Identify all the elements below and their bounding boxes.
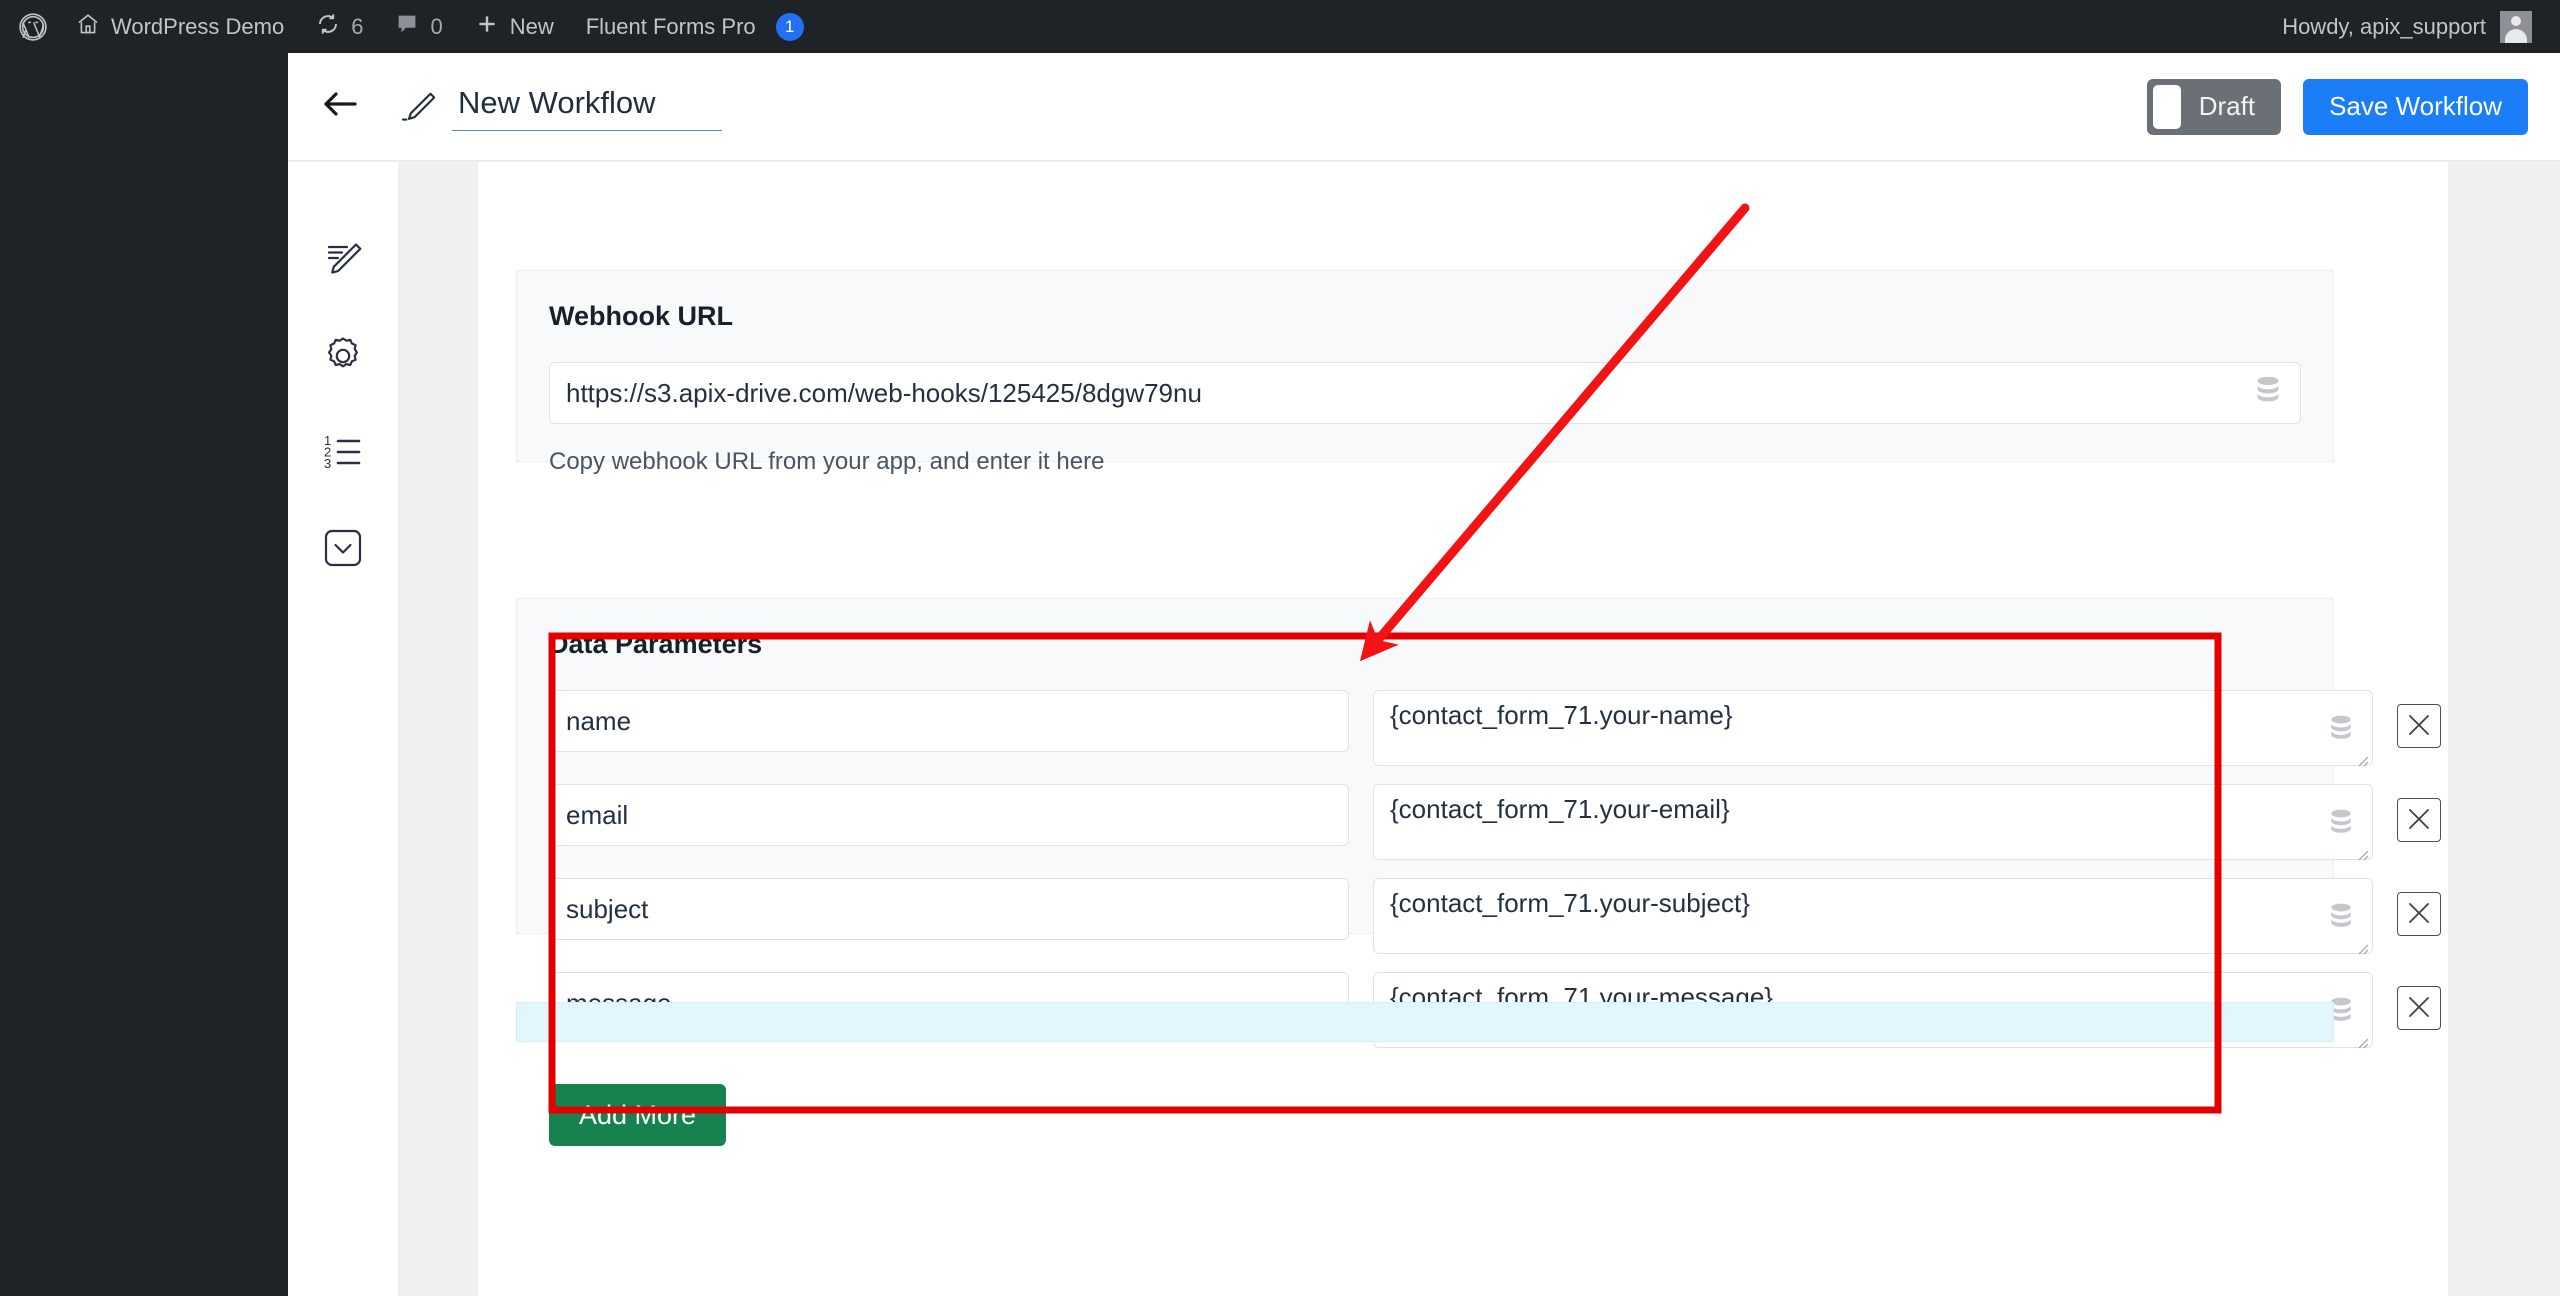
comments-menu[interactable]: 0	[379, 0, 458, 53]
header-actions: Draft Save Workflow	[2146, 78, 2528, 135]
account-menu[interactable]: Howdy, apix_support	[2270, 10, 2544, 43]
fluent-forms-label: Fluent Forms Pro	[585, 13, 756, 39]
database-icon[interactable]	[2327, 901, 2355, 936]
remove-parameter-button[interactable]	[2397, 704, 2441, 748]
chevron-down-box-icon	[321, 526, 365, 575]
remove-parameter-button[interactable]	[2397, 892, 2441, 936]
parameter-row: {contact_form_71.your-name}	[549, 690, 2441, 771]
draft-status-toggle[interactable]: Draft	[2146, 78, 2282, 135]
wp-admin-bar: WordPress Demo 6 0 New Fluent Forms Pro …	[0, 0, 2560, 53]
sidebar-item-editor[interactable]	[288, 214, 398, 310]
edit-document-icon	[321, 238, 365, 287]
wordpress-logo-button[interactable]	[0, 0, 60, 53]
gear-icon	[321, 334, 365, 383]
webhook-url-input[interactable]	[549, 362, 2301, 424]
save-workflow-button[interactable]: Save Workflow	[2303, 78, 2528, 135]
home-icon	[76, 12, 100, 42]
wordpress-logo-icon	[18, 12, 48, 42]
parameter-value-textarea[interactable]: {contact_form_71.your-email}	[1373, 784, 2373, 860]
wp-admin-menu-sidebar	[0, 53, 288, 1296]
remove-parameter-button[interactable]	[2397, 986, 2441, 1030]
next-section-panel	[516, 1002, 2334, 1042]
site-name-label: WordPress Demo	[111, 13, 285, 39]
numbered-list-icon: 1 2 3	[321, 432, 365, 477]
howdy-label: Howdy, apix_support	[2282, 13, 2486, 39]
parameter-value-wrap: {contact_form_71.your-subject}	[1373, 878, 2373, 959]
workflow-content-card: Webhook URL Copy webhook URL from your a…	[478, 162, 2448, 1296]
data-parameters-title: Data Parameters	[549, 629, 763, 659]
webhook-url-field-wrap	[549, 362, 2301, 424]
webhook-url-help: Copy webhook URL from your app, and ente…	[549, 448, 1105, 475]
database-icon[interactable]	[2327, 807, 2355, 842]
comment-bubble-icon	[395, 12, 419, 42]
workflow-content-column: Webhook URL Copy webhook URL from your a…	[398, 162, 2560, 1296]
database-icon[interactable]	[2327, 713, 2355, 748]
parameter-key-wrap	[549, 784, 1349, 846]
updates-icon	[316, 12, 340, 42]
data-parameters-panel: Data Parameters {contact_form_71.your-na…	[516, 598, 2441, 1146]
parameter-key-wrap	[549, 690, 1349, 752]
workflow-header: Draft Save Workflow	[288, 53, 2560, 161]
parameter-key-input[interactable]	[549, 784, 1349, 846]
back-button[interactable]	[312, 79, 368, 135]
parameter-value-textarea[interactable]: {contact_form_71.your-subject}	[1373, 878, 2373, 954]
parameter-value-wrap: {contact_form_71.your-email}	[1373, 784, 2373, 865]
draft-status-label: Draft	[2198, 91, 2256, 121]
workflow-app: Draft Save Workflow	[288, 53, 2560, 1296]
remove-parameter-button[interactable]	[2397, 798, 2441, 842]
sidebar-item-settings[interactable]	[288, 310, 398, 406]
workflow-title-group	[400, 82, 722, 131]
close-x-icon	[2406, 712, 2432, 741]
workflow-icon-sidebar: 1 2 3	[288, 162, 398, 1296]
new-content-menu[interactable]: New	[459, 0, 570, 53]
toggle-knob	[2152, 84, 2181, 129]
parameter-row: {contact_form_71.your-email}	[549, 784, 2441, 865]
close-x-icon	[2406, 806, 2432, 835]
parameter-value-textarea[interactable]: {contact_form_71.your-name}	[1373, 690, 2373, 766]
svg-text:3: 3	[324, 456, 331, 471]
new-label: New	[509, 13, 554, 39]
webhook-url-panel: Webhook URL Copy webhook URL from your a…	[516, 270, 2334, 475]
parameter-key-input[interactable]	[549, 878, 1349, 940]
updates-menu[interactable]: 6	[300, 0, 379, 53]
site-name-menu[interactable]: WordPress Demo	[60, 0, 300, 53]
parameter-key-wrap	[549, 878, 1349, 940]
parameter-row: {contact_form_71.your-subject}	[549, 878, 2441, 959]
webhook-url-title: Webhook URL	[549, 301, 733, 331]
plus-icon	[475, 12, 499, 42]
fluent-forms-badge: 1	[775, 12, 804, 41]
pencil-edit-icon[interactable]	[400, 90, 438, 124]
sidebar-item-entries[interactable]: 1 2 3	[288, 406, 398, 502]
workflow-title-input[interactable]	[452, 82, 722, 131]
sidebar-item-collapse[interactable]	[288, 502, 398, 598]
arrow-left-icon	[319, 86, 361, 127]
data-parameters-list: {contact_form_71.your-name} {contact_form…	[549, 690, 2441, 1053]
parameter-key-input[interactable]	[549, 690, 1349, 752]
close-x-icon	[2406, 994, 2432, 1023]
user-avatar-icon	[2500, 10, 2532, 43]
updates-count: 6	[351, 13, 364, 39]
comments-count: 0	[430, 13, 443, 39]
close-x-icon	[2406, 900, 2432, 929]
parameter-value-wrap: {contact_form_71.your-name}	[1373, 690, 2373, 771]
add-more-button[interactable]: Add More	[549, 1084, 727, 1146]
fluent-forms-menu[interactable]: Fluent Forms Pro 1	[570, 0, 820, 53]
database-icon[interactable]	[2253, 375, 2283, 412]
